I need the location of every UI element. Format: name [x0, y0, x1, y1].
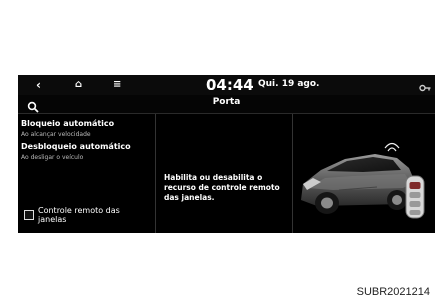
home-icon[interactable]: ⌂	[75, 77, 82, 93]
infotainment-screen: ‹ ⌂ ≡ 04:44 Qui. 19 ago. Porta Bloqueio …	[18, 75, 435, 233]
figure-code: SUBR2021214	[356, 286, 430, 298]
option-auto-unlock-label: Desbloqueio automático	[21, 142, 131, 151]
page-title: Porta	[212, 97, 241, 107]
option-auto-unlock-value: Ao desligar o veículo	[21, 154, 84, 161]
chevron-left-icon[interactable]: ‹	[36, 77, 41, 93]
remote-window-checkbox[interactable]	[24, 210, 34, 220]
description-text: Habilita ou desabilita o recurso de cont…	[164, 173, 280, 202]
remote-window-label: Controle remoto das janelas	[38, 206, 120, 224]
menu-icon[interactable]: ≡	[113, 77, 121, 93]
option-auto-lock-value: Ao alcançar velocidade	[21, 131, 91, 138]
smart-key-icon	[405, 175, 425, 219]
column-divider	[155, 114, 156, 233]
top-status-bar: ‹ ⌂ ≡ 04:44 Qui. 19 ago.	[18, 75, 435, 95]
option-auto-lock-label: Bloqueio automático	[21, 119, 115, 128]
settings-list: Bloqueio automático Ao alcançar velocida…	[18, 114, 155, 233]
clock-date: Qui. 19 ago.	[258, 79, 320, 89]
clock-time: 04:44	[206, 76, 254, 94]
car-illustration	[293, 114, 435, 233]
